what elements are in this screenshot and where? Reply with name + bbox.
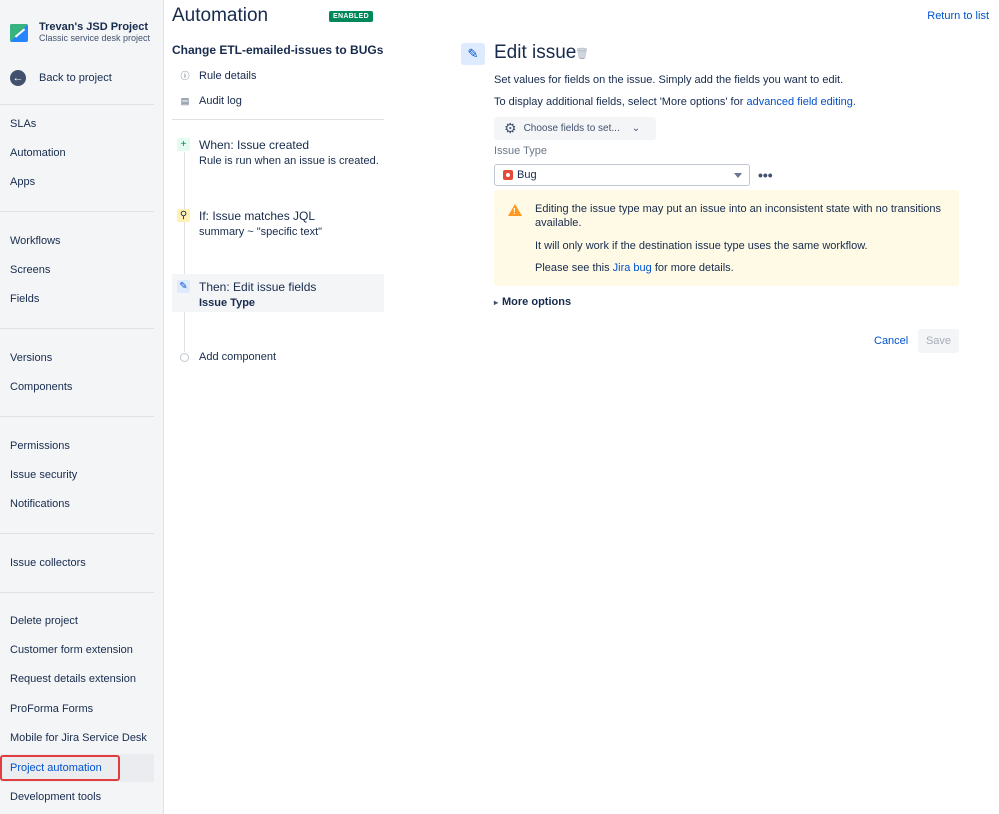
- sidebar-item-screens[interactable]: Screens: [0, 257, 154, 283]
- rule-components-panel: Automation ENABLED Change ETL-emailed-is…: [172, 0, 386, 814]
- chevron-down-icon: [734, 173, 742, 178]
- project-name: Trevan's JSD Project: [39, 21, 149, 33]
- sidebar-item-notifications[interactable]: Notifications: [0, 491, 154, 517]
- cancel-button[interactable]: Cancel: [866, 330, 916, 352]
- sidebar-item-apps[interactable]: Apps: [0, 169, 154, 195]
- audit-log-label: Audit log: [199, 95, 242, 107]
- sidebar-item-delete-project[interactable]: Delete project: [0, 608, 154, 634]
- sidebar-item-customer-form-extension[interactable]: Customer form extension: [0, 637, 154, 663]
- back-to-project-label: Back to project: [39, 72, 112, 84]
- editor-description-advanced: To display additional fields, select 'Mo…: [494, 96, 856, 108]
- pencil-icon: ✎: [461, 43, 485, 65]
- warning-line-3: Please see this Jira bug for more detail…: [535, 262, 734, 274]
- info-icon: ⓘ: [180, 71, 190, 81]
- warning-message: ! Editing the issue type may put an issu…: [494, 190, 959, 286]
- issue-type-select[interactable]: Bug: [494, 164, 750, 186]
- component-connector-line: [184, 152, 185, 352]
- trigger-description: Rule is run when an issue is created.: [199, 155, 379, 167]
- chevron-right-icon: ▸: [494, 297, 499, 307]
- document-icon: ▤: [180, 96, 190, 106]
- choose-fields-label: Choose fields to set...: [523, 123, 620, 134]
- plus-icon: +: [177, 138, 190, 151]
- more-options-toggle[interactable]: ▸ More options: [494, 296, 571, 308]
- save-button[interactable]: Save: [918, 329, 959, 353]
- trash-icon[interactable]: 🗑: [575, 48, 589, 60]
- action-title: Then: Edit issue fields: [199, 280, 317, 294]
- project-logo-icon: [10, 24, 28, 42]
- sidebar-divider: [0, 533, 154, 534]
- component-editor-panel: Return to list ✎ Edit issue 🗑 Set values…: [460, 0, 999, 814]
- rule-name[interactable]: Change ETL-emailed-issues to BUGs: [172, 43, 383, 57]
- sidebar-item-issue-security[interactable]: Issue security: [0, 462, 154, 488]
- chevron-down-icon: ⌄: [631, 123, 641, 134]
- trigger-title: When: Issue created: [199, 138, 310, 152]
- pencil-icon: ✎: [177, 280, 190, 293]
- condition-title: If: Issue matches JQL: [199, 209, 316, 223]
- jira-bug-link[interactable]: Jira bug: [613, 262, 652, 274]
- bug-icon: [503, 170, 513, 180]
- sidebar-item-automation[interactable]: Automation: [0, 140, 154, 166]
- add-component-dot-icon: [180, 353, 189, 362]
- condition-description: summary ~ "specific text": [199, 226, 323, 238]
- search-icon: ⚲: [177, 209, 190, 222]
- issue-type-value: Bug: [517, 169, 537, 181]
- page-title: Automation: [172, 5, 269, 26]
- sidebar-divider: [0, 328, 154, 329]
- advanced-prefix: To display additional fields, select 'Mo…: [494, 96, 747, 108]
- more-icon[interactable]: •••: [758, 167, 773, 183]
- warning-icon: !: [508, 204, 522, 216]
- back-to-project-link[interactable]: ← Back to project: [10, 69, 112, 87]
- project-header[interactable]: Trevan's JSD Project Classic service des…: [0, 0, 164, 60]
- rule-details-label: Rule details: [199, 70, 257, 82]
- sidebar-item-versions[interactable]: Versions: [0, 345, 154, 371]
- trigger-component[interactable]: + When: Issue created Rule is run when a…: [172, 134, 384, 170]
- condition-component[interactable]: ⚲ If: Issue matches JQL summary ~ "speci…: [172, 205, 384, 241]
- warning-line-1: Editing the issue type may put an issue …: [535, 203, 942, 215]
- panel-divider: [172, 119, 384, 120]
- action-description: Issue Type: [199, 297, 256, 309]
- back-arrow-icon: ←: [10, 70, 26, 86]
- sidebar-divider: [0, 416, 154, 417]
- editor-description: Set values for fields on the issue. Simp…: [494, 74, 844, 86]
- issue-type-label: Issue Type: [494, 145, 547, 157]
- project-type: Classic service desk project: [39, 33, 151, 43]
- gear-icon: ⚙: [504, 120, 517, 136]
- sidebar-item-permissions[interactable]: Permissions: [0, 433, 154, 459]
- choose-fields-dropdown[interactable]: ⚙ Choose fields to set... ⌄: [494, 117, 656, 140]
- sidebar-item-components[interactable]: Components: [0, 374, 154, 400]
- action-component[interactable]: ✎ Then: Edit issue fields Issue Type: [172, 274, 384, 312]
- warning-line-1b: available.: [535, 217, 582, 229]
- sidebar-item-proforma-forms[interactable]: ProForma Forms: [0, 696, 154, 722]
- sidebar-item-workflows[interactable]: Workflows: [0, 228, 154, 254]
- audit-log-link[interactable]: ▤ Audit log: [180, 94, 242, 108]
- warning-line-3-prefix: Please see this: [535, 262, 613, 274]
- sidebar-item-mobile-jsd[interactable]: Mobile for Jira Service Desk: [0, 725, 154, 751]
- sidebar-item-fields[interactable]: Fields: [0, 286, 154, 312]
- more-options-label: More options: [502, 296, 572, 308]
- return-to-list-link[interactable]: Return to list: [927, 10, 989, 22]
- project-sidebar: Trevan's JSD Project Classic service des…: [0, 0, 164, 814]
- sidebar-divider: [0, 211, 154, 212]
- sidebar-item-issue-collectors[interactable]: Issue collectors: [0, 550, 154, 576]
- sidebar-item-development-tools[interactable]: Development tools: [0, 784, 154, 810]
- sidebar-divider: [0, 592, 154, 593]
- sidebar-divider: [0, 104, 154, 105]
- sidebar-item-project-automation[interactable]: Project automation: [0, 755, 120, 781]
- advanced-field-editing-link[interactable]: advanced field editing.: [746, 96, 855, 108]
- warning-line-2: It will only work if the destination iss…: [535, 240, 868, 252]
- add-component-label: Add component: [199, 351, 277, 363]
- sidebar-item-request-details-extension[interactable]: Request details extension: [0, 666, 154, 692]
- rule-details-link[interactable]: ⓘ Rule details: [180, 69, 256, 83]
- add-component-link[interactable]: Add component: [172, 350, 384, 366]
- sidebar-item-slas[interactable]: SLAs: [0, 111, 154, 137]
- warning-line-3-suffix: for more details.: [651, 262, 734, 274]
- status-badge[interactable]: ENABLED: [329, 11, 373, 22]
- editor-title: Edit issue: [494, 42, 577, 63]
